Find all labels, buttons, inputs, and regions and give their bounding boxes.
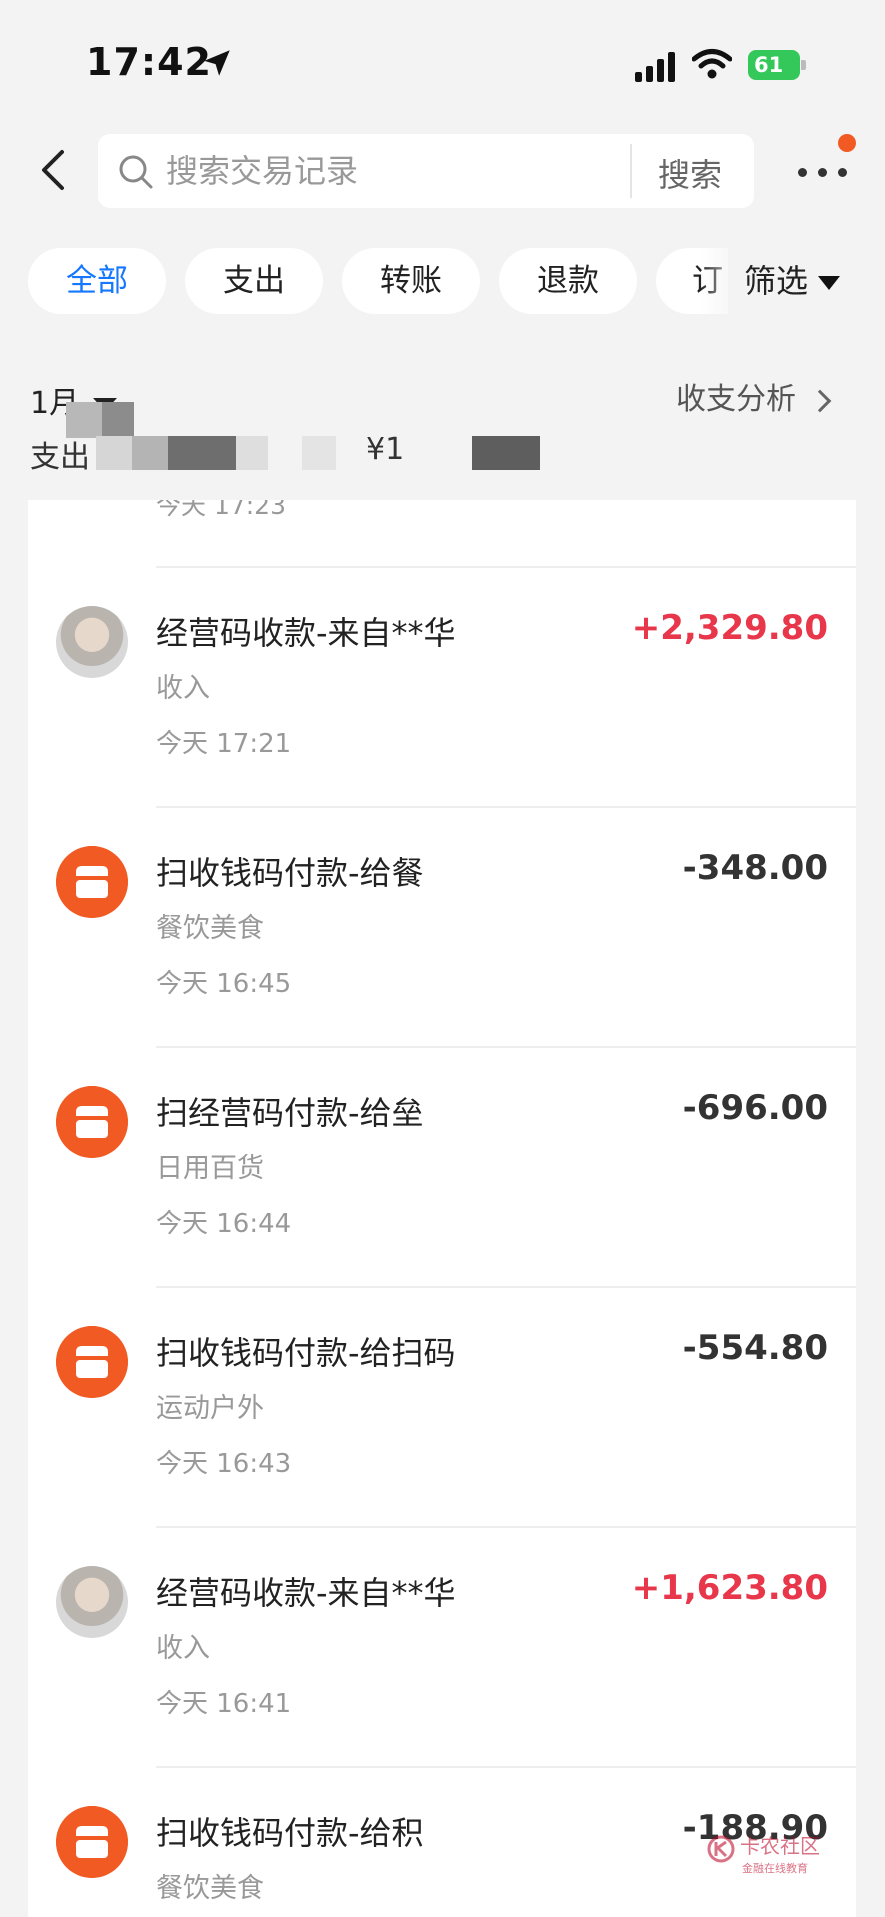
shop-icon <box>56 1806 128 1878</box>
battery-level: 61 <box>748 50 800 80</box>
transaction-title: 扫经营码付款-给垒 <box>156 1094 424 1132</box>
filter-button[interactable]: 筛选 <box>744 256 841 302</box>
privacy-mosaic <box>472 436 540 470</box>
row-divider <box>156 1046 856 1048</box>
status-bar: 17:42 61 <box>0 0 885 120</box>
back-button[interactable] <box>30 140 76 200</box>
transaction-category: 收入 <box>156 1633 210 1664</box>
row-divider <box>156 1286 856 1288</box>
transaction-title: 经营码收款-来自**华 <box>156 614 456 652</box>
watermark-sub: 金融在线教育 <box>742 1862 808 1875</box>
shop-icon <box>56 1086 128 1158</box>
wifi-icon <box>692 49 732 79</box>
battery-tip <box>801 60 806 70</box>
transaction-category: 日用百货 <box>156 1153 264 1184</box>
transaction-time: 今天 16:43 <box>156 1449 292 1479</box>
transaction-row[interactable]: 经营码收款-来自**华 +2,329.80 收入 今天 17:21 <box>28 566 856 806</box>
search-box[interactable]: 搜索 <box>98 134 754 208</box>
search-icon <box>119 155 153 189</box>
filter-caret-icon <box>818 276 841 290</box>
transaction-amount: -696.00 <box>682 1088 828 1128</box>
transaction-title: 扫收钱码付款-给扫码 <box>156 1334 456 1372</box>
filter-label: 筛选 <box>744 262 809 300</box>
transaction-time: 今天 16:45 <box>156 969 292 999</box>
privacy-mosaic <box>96 436 132 470</box>
transaction-amount: -348.00 <box>682 848 828 888</box>
row-divider <box>156 566 856 568</box>
transaction-time: 今天 16:44 <box>156 1209 292 1239</box>
transaction-amount: +1,623.80 <box>631 1568 828 1608</box>
chevron-right-icon <box>808 389 832 412</box>
payer-avatar <box>56 606 128 678</box>
location-arrow-icon <box>204 50 230 76</box>
battery-icon: 61 <box>748 50 806 80</box>
transaction-row[interactable]: 经营码收款-来自**华 +1,623.80 收入 今天 16:41 <box>28 1526 856 1766</box>
privacy-mosaic <box>168 436 236 470</box>
transaction-list: 今天 17:23 经营码收款-来自**华 +2,329.80 收入 今天 17:… <box>28 500 856 1917</box>
tab-all[interactable]: 全部 <box>28 248 166 314</box>
privacy-mosaic <box>66 402 102 438</box>
transaction-time: 今天 16:41 <box>156 1689 292 1719</box>
privacy-mosaic <box>102 402 134 438</box>
privacy-mosaic <box>302 436 336 470</box>
cellular-signal-icon <box>635 50 679 82</box>
transaction-amount: -554.80 <box>682 1328 828 1368</box>
income-expense-analysis-link[interactable]: 收支分析 <box>676 374 832 418</box>
transaction-title: 扫收钱码付款-给积 <box>156 1814 424 1852</box>
payer-avatar <box>56 1566 128 1638</box>
tab-expense[interactable]: 支出 <box>185 248 323 314</box>
watermark-name: 卡农社区 <box>740 1834 820 1858</box>
transaction-title: 经营码收款-来自**华 <box>156 1574 456 1612</box>
transaction-amount: +2,329.80 <box>631 608 828 648</box>
transaction-row[interactable]: 扫经营码付款-给垒 -696.00 日用百货 今天 16:44 <box>28 1046 856 1286</box>
tab-refund[interactable]: 退款 <box>499 248 637 314</box>
status-time: 17:42 <box>86 40 212 84</box>
transaction-category: 运动户外 <box>156 1393 264 1424</box>
row-divider <box>156 806 856 808</box>
transaction-category: 餐饮美食 <box>156 913 264 944</box>
transaction-row[interactable]: 扫收钱码付款-给扫码 -554.80 运动户外 今天 16:43 <box>28 1286 856 1526</box>
expense-summary-amount: ¥1 <box>366 432 405 467</box>
watermark-icon <box>707 1835 735 1863</box>
tab-transfer[interactable]: 转账 <box>342 248 480 314</box>
more-options-button[interactable] <box>794 150 854 190</box>
shop-icon <box>56 846 128 918</box>
search-divider <box>630 144 632 198</box>
expense-summary-label: 支出 <box>30 440 90 475</box>
search-button[interactable]: 搜索 <box>658 150 722 196</box>
search-input[interactable] <box>166 150 706 192</box>
watermark-logo: 卡农社区 金融在线教育 <box>706 1830 836 1890</box>
analysis-label: 收支分析 <box>676 382 796 417</box>
app-screen: 17:42 61 搜索交易记录 搜索 全部 支出 转账 退款 筛选 1月 收支分… <box>0 0 885 1917</box>
tabs-fade <box>700 248 744 314</box>
transaction-row[interactable]: 扫收钱码付款-给餐 -348.00 餐饮美食 今天 16:45 <box>28 806 856 1046</box>
privacy-mosaic <box>236 436 268 470</box>
transaction-category: 餐饮美食 <box>156 1873 264 1904</box>
privacy-mosaic <box>132 436 168 470</box>
previous-row-time: 今天 17:23 <box>156 500 286 520</box>
transaction-category: 收入 <box>156 673 210 704</box>
row-divider <box>156 1766 856 1768</box>
transaction-time: 今天 17:21 <box>156 729 292 759</box>
shop-icon <box>56 1326 128 1398</box>
notification-dot <box>838 134 856 152</box>
transaction-title: 扫收钱码付款-给餐 <box>156 854 424 892</box>
row-divider <box>156 1526 856 1528</box>
filter-tabs: 全部 支出 转账 退款 订 <box>28 248 728 314</box>
